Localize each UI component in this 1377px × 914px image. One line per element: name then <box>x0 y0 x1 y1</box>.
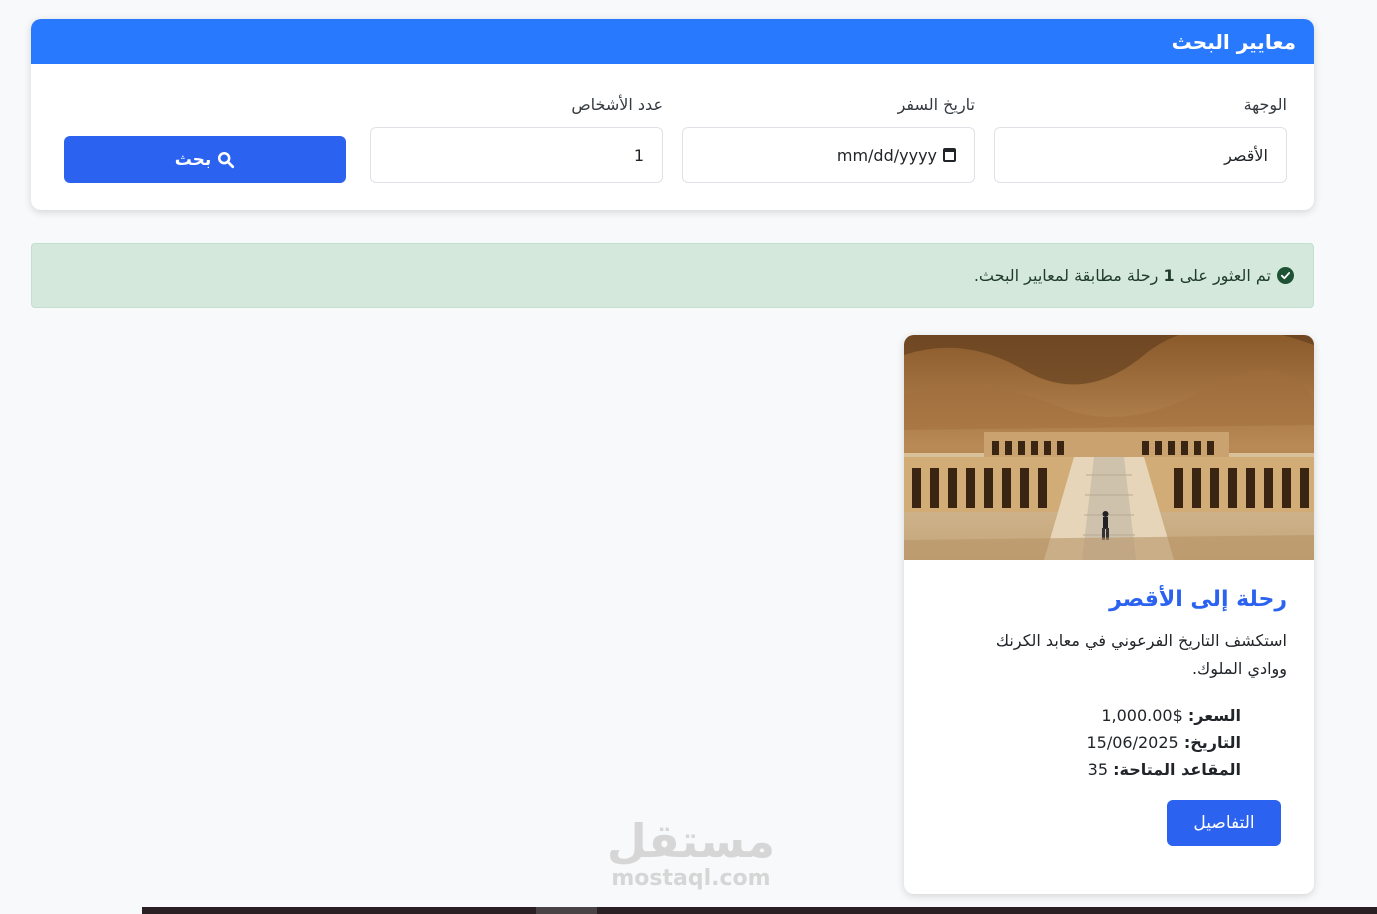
search-card-header: معايير البحث <box>31 19 1314 64</box>
date-label: التاريخ: <box>1183 733 1241 752</box>
details-button-label: التفاصيل <box>1193 813 1255 833</box>
date-value: 15/06/2025 <box>1086 733 1179 752</box>
details-button[interactable]: التفاصيل <box>1167 800 1281 846</box>
travel-date-input[interactable]: mm/dd/yyyy <box>682 127 975 183</box>
search-button[interactable]: بحث <box>64 136 346 183</box>
calendar-icon[interactable] <box>943 148 956 162</box>
trip-description: استكشف التاريخ الفرعوني في معابد الكرنك … <box>995 631 1287 678</box>
destination-input[interactable]: الأقصر <box>994 127 1287 183</box>
date-placeholder: mm/dd/yyyy <box>836 145 937 165</box>
trip-card: رحلة إلى الأقصر استكشف التاريخ الفرعوني … <box>904 335 1314 894</box>
search-icon <box>218 151 235 168</box>
bottom-strip-segment <box>536 907 597 914</box>
trip-image <box>904 335 1314 560</box>
watermark-url: mostaql.com <box>611 866 771 891</box>
search-card-title: معايير البحث <box>1171 29 1296 54</box>
persons-label: عدد الأشخاص <box>571 95 663 114</box>
alert-count: 1 <box>1163 266 1175 285</box>
price-row: السعر: $1,000.00 <box>1087 702 1241 729</box>
destination-label: الوجهة <box>1243 95 1287 114</box>
persons-input[interactable]: 1 <box>370 127 663 183</box>
seats-row: المقاعد المتاحة: 35 <box>1087 756 1241 783</box>
persons-value: 1 <box>633 145 644 165</box>
seats-label: المقاعد المتاحة: <box>1113 760 1241 779</box>
trip-meta: السعر: $1,000.00 التاريخ: 15/06/2025 الم… <box>1087 702 1242 783</box>
alert-prefix: تم العثور على <box>1179 266 1271 285</box>
watermark-arabic: مستقل <box>606 814 776 868</box>
check-circle-icon <box>1277 267 1294 284</box>
price-value: $1,000.00 <box>1101 706 1183 725</box>
destination-value: الأقصر <box>1224 145 1268 165</box>
alert-suffix: رحلة مطابقة لمعايير البحث. <box>973 266 1159 285</box>
results-alert: تم العثور على 1 رحلة مطابقة لمعايير البح… <box>31 243 1314 308</box>
alert-text: تم العثور على 1 رحلة مطابقة لمعايير البح… <box>974 266 1271 285</box>
seats-value: 35 <box>1087 760 1109 779</box>
trip-title[interactable]: رحلة إلى الأقصر <box>1109 587 1287 612</box>
search-button-label: بحث <box>174 149 212 170</box>
bottom-strip <box>142 907 1377 914</box>
travel-date-label: تاريخ السفر <box>897 95 975 114</box>
search-criteria-card: معايير البحث الوجهة الأقصر تاريخ السفر m… <box>31 19 1314 210</box>
date-row: التاريخ: 15/06/2025 <box>1087 729 1242 756</box>
price-label: السعر: <box>1187 706 1241 725</box>
watermark-logo: مستقل mostaql.com <box>606 815 776 891</box>
